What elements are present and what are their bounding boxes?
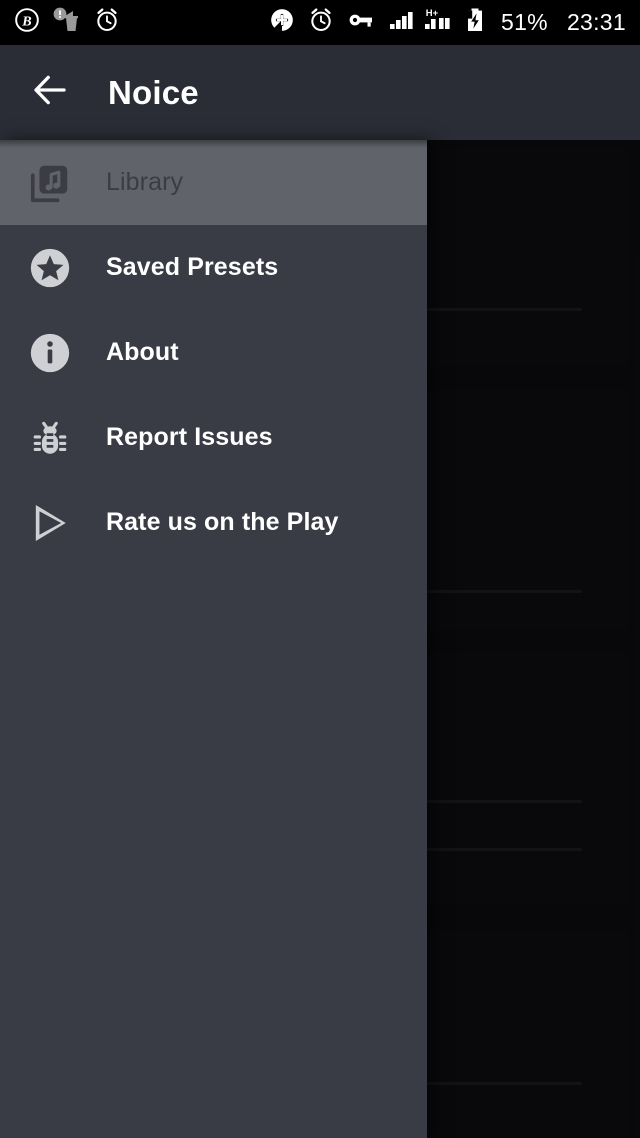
back-arrow-icon xyxy=(29,69,71,116)
vpn-key-icon xyxy=(347,7,375,38)
sidebar-item-label: Rate us on the Play xyxy=(106,508,339,536)
sidebar-item-about[interactable]: About xyxy=(0,310,427,395)
google-play-icon xyxy=(22,495,78,551)
app-toolbar: Noice xyxy=(0,45,640,140)
sidebar-item-label: About xyxy=(106,338,179,366)
accessibility-plus-circle-icon xyxy=(269,7,295,38)
navigation-drawer: Library Saved Presets About Report Issue… xyxy=(0,140,427,1138)
sidebar-item-rate-us[interactable]: Rate us on the Play xyxy=(0,480,427,565)
trash-alert-icon xyxy=(53,7,81,38)
sidebar-item-report-issues[interactable]: Report Issues xyxy=(0,395,427,480)
star-circle-icon xyxy=(22,240,78,296)
sidebar-item-label: Saved Presets xyxy=(106,253,279,281)
phone-screen: B H+ 51% 23:31 Noice Library Saved Prese… xyxy=(0,0,640,1138)
info-circle-icon xyxy=(22,325,78,381)
sidebar-item-label: Report Issues xyxy=(106,423,273,451)
alarm-clock-icon xyxy=(308,7,334,38)
signal-bars-icon xyxy=(388,7,416,38)
sidebar-item-label: Library xyxy=(106,168,184,196)
sidebar-item-library[interactable]: Library xyxy=(0,140,427,225)
svg-text:B: B xyxy=(21,13,31,29)
sidebar-item-saved-presets[interactable]: Saved Presets xyxy=(0,225,427,310)
bug-icon xyxy=(22,410,78,466)
music-library-icon xyxy=(22,155,78,211)
network-hplus-icon: H+ xyxy=(423,7,457,38)
page-title: Noice xyxy=(108,73,199,111)
status-bar-right-icons: H+ 51% 23:31 xyxy=(269,7,626,38)
battery-percent-label: 51% xyxy=(501,9,548,35)
bitcoin-circle-icon: B xyxy=(14,7,40,38)
back-button[interactable] xyxy=(22,65,78,121)
alarm-clock-icon xyxy=(94,7,120,38)
status-bar: B H+ 51% 23:31 xyxy=(0,0,640,45)
status-bar-clock: 23:31 xyxy=(566,9,626,35)
battery-charging-icon xyxy=(466,7,484,38)
svg-text:H+: H+ xyxy=(426,8,439,19)
status-bar-left-icons: B xyxy=(14,7,120,38)
